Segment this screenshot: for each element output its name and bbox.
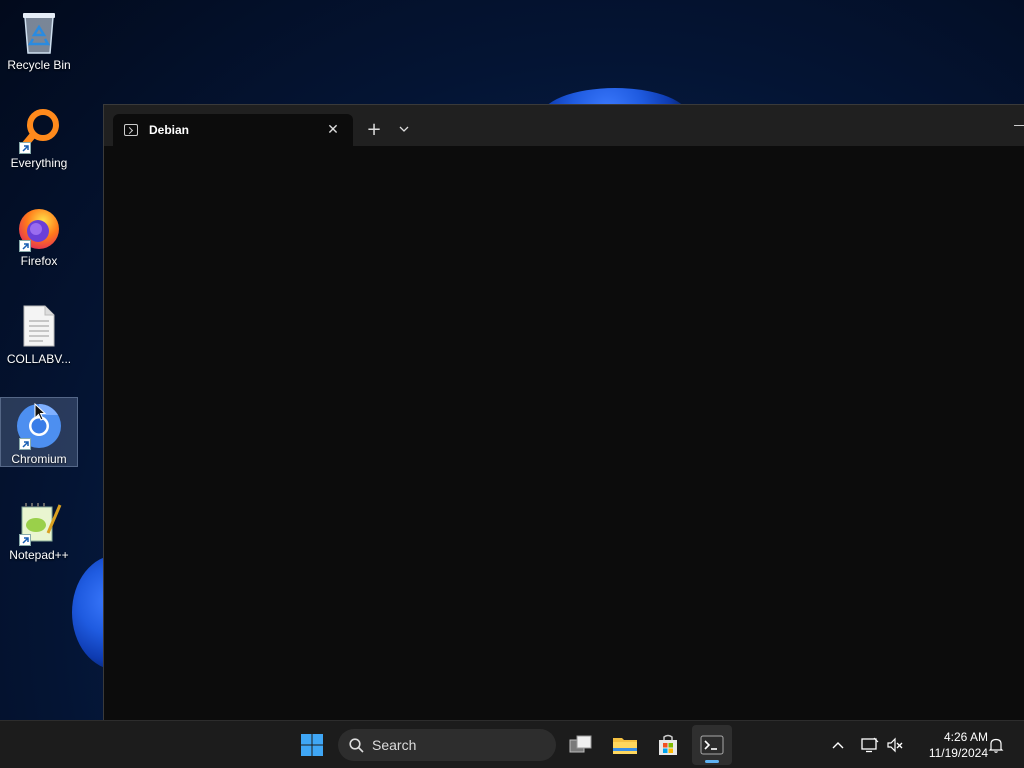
network-button[interactable] (859, 733, 881, 757)
network-disconnected-icon (861, 737, 879, 753)
search-icon (349, 737, 364, 753)
desktop-icon-notepad-plus-plus[interactable]: Notepad++ (0, 494, 78, 564)
system-clock[interactable]: 4:26 AM 11/19/2024 (912, 729, 988, 761)
task-view-icon (569, 735, 592, 753)
taskbar: Search 4:26 AM 11/19/2024 (0, 720, 1024, 768)
recycle-bin-icon (15, 8, 63, 56)
search-placeholder: Search (372, 737, 417, 753)
shortcut-arrow-icon (19, 240, 31, 252)
microsoft-store-button[interactable] (648, 725, 688, 765)
minimize-button[interactable] (1012, 115, 1024, 135)
shortcut-arrow-icon (19, 142, 31, 154)
bell-icon (988, 738, 1004, 753)
active-app-indicator (705, 760, 719, 763)
folder-icon (613, 738, 637, 754)
terminal-icon (700, 735, 724, 755)
terminal-titlebar[interactable]: Debian ✕ + (104, 105, 1024, 146)
task-view-button[interactable] (561, 725, 601, 765)
store-bag-icon (659, 734, 677, 755)
close-tab-button[interactable]: ✕ (322, 119, 344, 141)
notepad-plus-plus-icon (15, 498, 63, 546)
text-document-icon (15, 302, 63, 350)
windows-logo-icon (301, 734, 323, 756)
taskbar-search-box[interactable]: Search (338, 729, 556, 761)
desktop-icon-everything[interactable]: Everything (0, 102, 78, 172)
tab-title: Debian (149, 123, 190, 137)
clock-date: 11/19/2024 (928, 746, 988, 760)
chevron-down-icon (399, 126, 409, 132)
tab-dropdown-button[interactable] (393, 118, 415, 140)
desktop-icon-collabv[interactable]: COLLABV... (0, 298, 78, 368)
desktop-icon-label: Everything (10, 156, 68, 170)
new-tab-button[interactable]: + (363, 118, 385, 140)
close-icon: ✕ (327, 122, 339, 138)
clock-time: 4:26 AM (943, 730, 988, 744)
terminal-content-area[interactable] (104, 146, 1024, 721)
speaker-muted-icon (887, 737, 903, 753)
file-explorer-button[interactable] (605, 725, 645, 765)
desktop-icon-label: Chromium (11, 452, 67, 466)
desktop-icon-label: Notepad++ (9, 548, 69, 562)
terminal-tab-debian[interactable]: Debian ✕ (113, 114, 353, 146)
desktop-icon-label: Firefox (20, 254, 58, 268)
notifications-button[interactable] (985, 733, 1007, 757)
plus-icon: + (366, 118, 382, 140)
terminal-taskbar-button[interactable] (692, 725, 732, 765)
firefox-icon (15, 204, 63, 252)
show-hidden-icons-button[interactable] (827, 733, 849, 757)
minimize-icon (1014, 124, 1024, 126)
mouse-cursor-icon (34, 403, 46, 421)
volume-button[interactable] (884, 733, 906, 757)
terminal-prompt-icon (124, 124, 138, 136)
terminal-window[interactable]: Debian ✕ + (103, 104, 1024, 721)
chevron-up-icon (832, 742, 844, 749)
desktop-icon-label: Recycle Bin (7, 58, 71, 72)
everything-search-icon (15, 106, 63, 154)
desktop-icon-recycle-bin[interactable]: Recycle Bin (0, 4, 78, 74)
shortcut-arrow-icon (19, 534, 31, 546)
desktop-icon-label: COLLABV... (6, 352, 72, 366)
shortcut-arrow-icon (19, 438, 31, 450)
desktop-icon-firefox[interactable]: Firefox (0, 200, 78, 270)
start-button[interactable] (292, 725, 332, 765)
